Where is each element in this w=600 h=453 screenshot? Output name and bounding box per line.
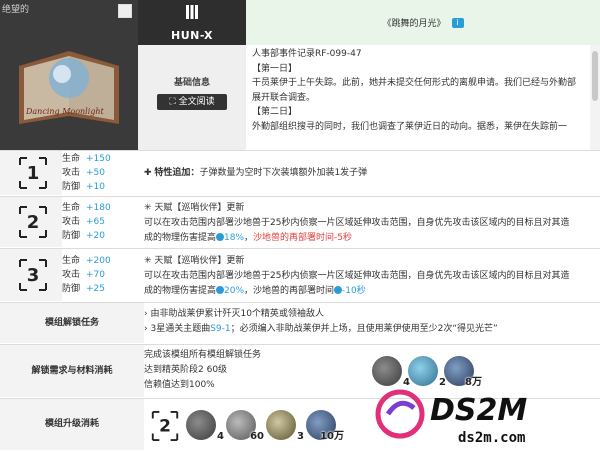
stage-1-atk: +50 xyxy=(86,168,105,178)
stage-2-hp: +180 xyxy=(86,203,111,213)
info-icon[interactable]: i xyxy=(451,18,464,28)
material-icon xyxy=(408,356,438,386)
svg-text:2: 2 xyxy=(27,212,40,233)
svg-text:3: 3 xyxy=(27,265,40,286)
stage-1-cell: 1 xyxy=(0,151,62,195)
requirements-text: 完成该模组所有模组解锁任务 达到精英阶段2 60级 信赖值达到100% xyxy=(144,350,262,390)
upgrade-cost-label: 模组升级消耗 xyxy=(0,399,144,450)
basic-info-label: 基础信息 xyxy=(173,78,210,88)
site-watermark: DS2M ds2m.com xyxy=(358,384,600,450)
book-caption: Dancing Moonlight xyxy=(25,107,105,116)
doc-line: 【第二日】 xyxy=(252,107,298,117)
material-item[interactable]: 4 xyxy=(372,356,410,388)
unlock-task-label: 模组解锁任务 xyxy=(0,303,144,343)
material-icon xyxy=(372,356,402,386)
material-item[interactable]: 60 xyxy=(226,410,264,442)
stage-2-def: +20 xyxy=(86,231,105,241)
scrollbar-thumb[interactable] xyxy=(592,51,598,101)
stage-2-icon: 2 xyxy=(151,410,179,442)
unlock-tasks: › 由非助战莱伊累计歼灭10个精英或领袖敌人 › 3星通关主题曲S9-1；必须编… xyxy=(144,309,498,334)
stage-1-icon: 1 xyxy=(19,157,47,189)
stage-3-cell: 3 xyxy=(0,249,62,301)
doc-line: 干员莱伊于上午失踪。此前，她并未提交任何形式的离舰申请。我们已经与外勤部展开联合… xyxy=(252,78,577,103)
stage-3-effect: ✳ 天赋【巡哨伙伴】更新 可以在攻击范围内部署沙地兽于25秒内侦察一片区域延伸攻… xyxy=(144,256,570,296)
up-icon xyxy=(216,286,225,294)
stage-3-atk: +70 xyxy=(86,270,105,280)
stage-3-def: +25 xyxy=(86,284,105,294)
divider xyxy=(0,196,600,197)
stage-3-hp: +200 xyxy=(86,256,111,266)
expand-image-icon[interactable] xyxy=(118,4,132,18)
stage-link[interactable]: S9-1 xyxy=(210,324,230,334)
trait-text: 子弹数量为空时下次装填额外加装1发子弹 xyxy=(199,168,368,178)
arrow-right-icon: › xyxy=(144,309,148,319)
up-icon xyxy=(216,233,225,241)
stage-1-effect: ✚ 特性追加：子弹数量为空时下次装填额外加装1发子弹 xyxy=(144,166,596,181)
divider xyxy=(0,150,600,151)
material-item[interactable]: 4 xyxy=(186,410,224,442)
stage-2-atk: +65 xyxy=(86,217,105,227)
brand-url: ds2m.com xyxy=(458,430,525,446)
material-item[interactable]: 3 xyxy=(266,410,304,442)
stage-2-effect: ✳ 天赋【巡哨伙伴】更新 可以在攻击范围内部署沙地兽于25秒内侦察一片区域延伸攻… xyxy=(144,203,570,243)
doc-line: 人事部事件记录RF-099-47 xyxy=(252,49,362,59)
operator-name-box: HUN-X xyxy=(138,0,246,45)
stage-1-stats: 生命 +150 攻击 +50 防御 +10 xyxy=(62,154,111,192)
document-text: 人事部事件记录RF-099-47 【第一日】 干员莱伊于上午失踪。此前，她并未提… xyxy=(246,45,590,150)
talent-icon: ✳ xyxy=(144,256,152,266)
brand-logo-text: DS2M xyxy=(430,393,527,428)
stage-2-icon: 2 xyxy=(19,206,47,238)
arrow-right-icon: › xyxy=(144,324,148,334)
stage-2-cell: 2 xyxy=(0,197,62,247)
stage-1-def: +10 xyxy=(86,182,105,192)
document-scrollbar[interactable] xyxy=(590,45,600,150)
operator-name: HUN-X xyxy=(171,29,213,42)
stage-2-stats: 生命 +180 攻击 +65 防御 +20 xyxy=(62,203,111,241)
plus-icon: ✚ xyxy=(144,168,152,178)
module-title: 《跳舞的月光》 xyxy=(382,19,446,29)
trait-label: 特性追加： xyxy=(154,168,200,178)
material-icon xyxy=(186,410,216,440)
svg-text:2: 2 xyxy=(159,416,171,436)
divider xyxy=(0,248,600,249)
basic-info-cell: 基础信息 ⛶ 全文阅读 xyxy=(138,45,246,150)
requirements-label: 解锁需求与材料消耗 xyxy=(0,345,144,397)
doc-line: 外勤部组织搜寻的同时，我们也调查了莱伊近日的动向。据悉，莱伊在失踪前一 xyxy=(252,121,568,132)
ds2m-logo: DS2M ds2m.com xyxy=(375,389,527,446)
down-icon xyxy=(334,286,343,294)
stage-1-hp: +150 xyxy=(86,154,111,164)
upgrade-materials: 4 60 3 10万 xyxy=(186,410,346,442)
material-item[interactable]: 10万 xyxy=(306,410,344,442)
watermark: 绝望的 xyxy=(2,5,30,15)
svg-text:1: 1 xyxy=(27,163,40,184)
module-image: 绝望的 Dancing Moonlight xyxy=(0,0,138,150)
full-text-button[interactable]: ⛶ 全文阅读 xyxy=(157,94,227,110)
talent-icon: ✳ xyxy=(144,203,152,213)
operator-class-icon xyxy=(186,5,198,19)
stage-3-stats: 生命 +200 攻击 +70 防御 +25 xyxy=(62,256,111,294)
material-item[interactable]: 8万 xyxy=(444,356,482,388)
material-item[interactable]: 2 xyxy=(408,356,446,388)
stage-3-icon: 3 xyxy=(19,259,47,291)
book-illustration: Dancing Moonlight xyxy=(19,51,119,124)
doc-line: 【第一日】 xyxy=(252,63,298,74)
material-icon xyxy=(266,410,296,440)
module-title-bar: 《跳舞的月光》 i xyxy=(246,0,600,45)
